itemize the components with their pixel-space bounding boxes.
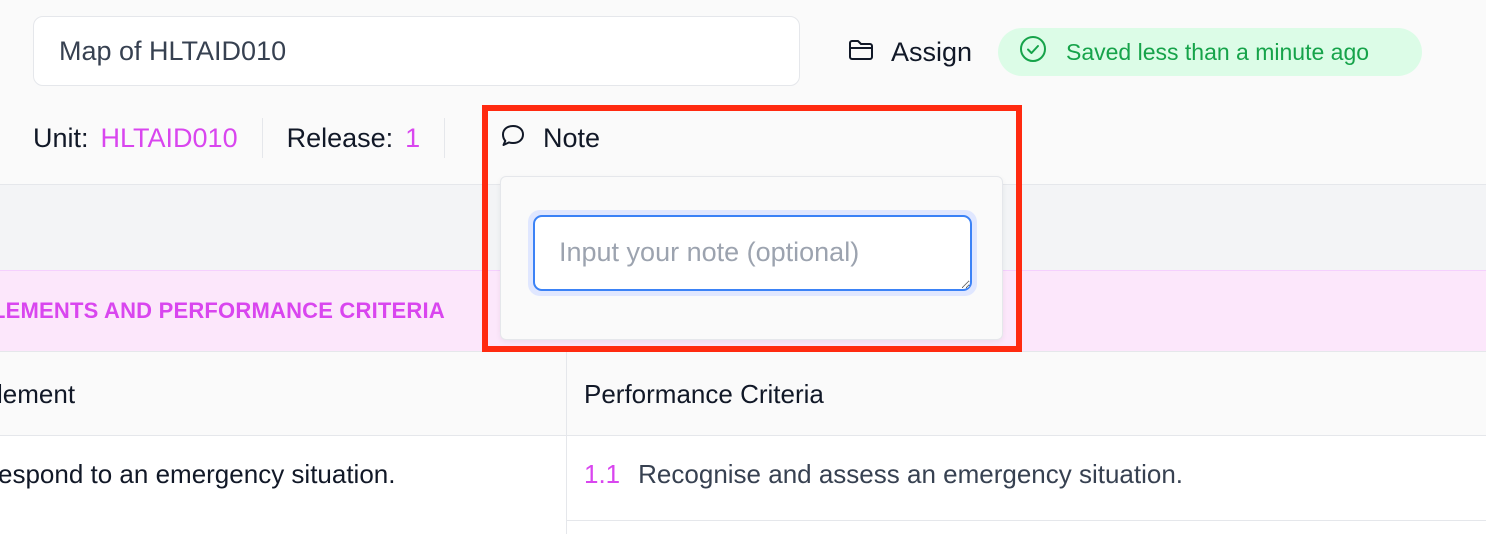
saved-status-badge: Saved less than a minute ago	[998, 28, 1422, 76]
pc-number: 1.1	[584, 458, 621, 489]
column-divider	[566, 352, 567, 534]
speech-bubble-icon	[500, 123, 526, 154]
meta-divider	[261, 118, 263, 158]
pc-text: Recognise and assess an emergency situat…	[638, 458, 1184, 489]
folder-icon	[848, 39, 874, 66]
note-button[interactable]: Note	[500, 116, 600, 160]
row-divider	[567, 520, 1486, 521]
release-key: Release:	[286, 122, 394, 153]
performance-criteria-cell: 1.1 Recognise and assess an emergency si…	[584, 436, 1183, 512]
criteria-table: lement Performance Criteria espond to an…	[0, 352, 1486, 534]
assign-button[interactable]: Assign	[848, 28, 972, 76]
map-title-input[interactable]	[33, 16, 800, 86]
note-popover	[500, 176, 1003, 340]
saved-status-text: Saved less than a minute ago	[1066, 38, 1370, 65]
column-header-element: lement	[0, 378, 76, 409]
column-header-performance-criteria: Performance Criteria	[584, 378, 824, 409]
check-circle-icon	[1019, 35, 1047, 69]
assign-label: Assign	[891, 36, 973, 67]
element-cell: espond to an emergency situation.	[0, 458, 396, 489]
note-focus-ring	[528, 210, 977, 296]
criteria-title: LEMENTS AND PERFORMANCE CRITERIA	[0, 298, 445, 323]
note-textarea[interactable]	[533, 215, 972, 291]
unit-meta-row: Unit: HLTAID010 Release: 1	[33, 116, 469, 160]
note-label: Note	[543, 122, 601, 153]
unit-key: Unit:	[33, 122, 89, 153]
unit-value-link[interactable]: HLTAID010	[101, 123, 238, 154]
release-value: 1	[405, 122, 421, 153]
meta-divider	[444, 118, 446, 158]
